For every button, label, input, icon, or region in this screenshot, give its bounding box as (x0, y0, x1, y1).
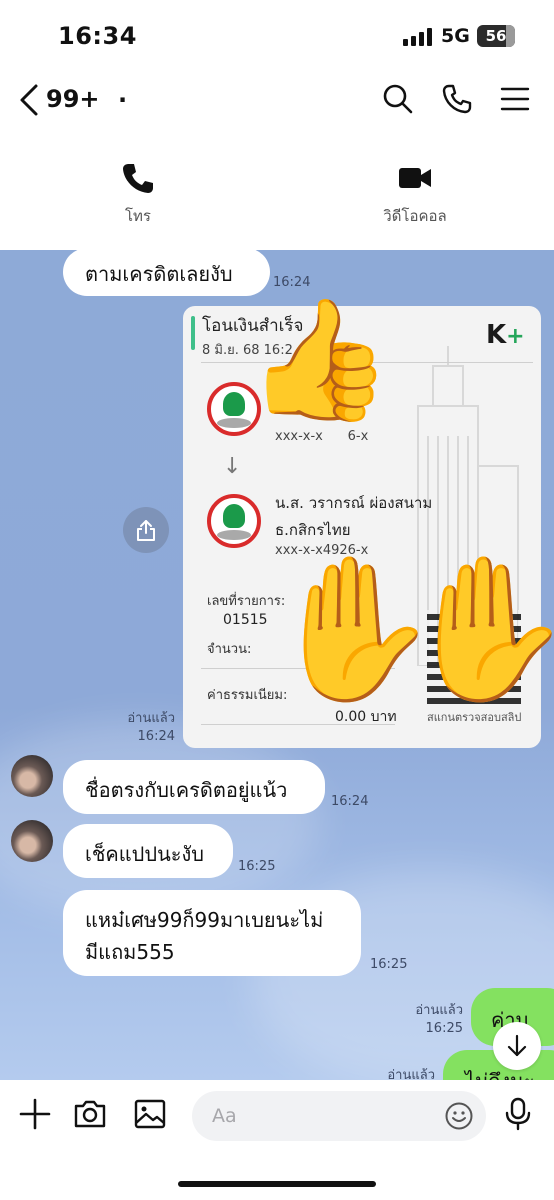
slip-divider (201, 724, 395, 725)
network-type: 5G (441, 25, 470, 47)
back-chevron-icon[interactable] (16, 82, 46, 118)
message-input[interactable] (212, 1103, 432, 1129)
avatar[interactable] (11, 820, 53, 862)
contact-name[interactable]: . (118, 80, 127, 108)
read-receipt: อ่านแล้ว (387, 1068, 435, 1080)
message-bubble[interactable]: แหม๋เศษ99ก็99มาเบยนะไม่ มีแถม555 (63, 890, 361, 976)
scroll-to-bottom-button[interactable] (493, 1022, 541, 1070)
plus-icon[interactable] (17, 1096, 53, 1132)
cellular-signal-icon (403, 28, 433, 46)
message-bubble[interactable]: ตามเครดิตเลยงับ (63, 250, 270, 296)
message-time: 16:25 (425, 1021, 463, 1036)
microphone-icon[interactable] (500, 1096, 536, 1132)
phone-filled-icon (123, 164, 153, 193)
message-text: ชื่อตรงกับเครดิตอยู่แน้ว (85, 778, 288, 802)
sender-account: xxx-x-x 6-x (275, 429, 368, 444)
chat-area[interactable]: ตามเครดิตเลยงับ 16:24 โอนเงินสำเร็จ 8 มิ… (0, 250, 554, 1080)
image-gallery-icon[interactable] (132, 1096, 168, 1132)
share-button[interactable] (123, 507, 169, 553)
status-time: 16:34 (58, 22, 137, 50)
phone-icon[interactable] (440, 82, 474, 116)
kbank-logo-icon (207, 494, 261, 548)
call-bar: โทร วิดีโอคอล (0, 150, 554, 250)
message-bubble[interactable]: เช็คแปปนะงับ (63, 824, 233, 878)
share-icon (137, 520, 155, 541)
status-bar: 16:34 5G 56 (0, 0, 554, 72)
read-receipt: อ่านแล้ว (127, 711, 175, 726)
kplus-logo-plus: + (506, 324, 525, 349)
kplus-logo: K+ (486, 320, 525, 350)
amount-label: จำนวน: (207, 642, 252, 657)
message-text-line2: มีแถม555 (85, 940, 175, 964)
battery-icon: 56 (477, 25, 515, 47)
video-call-label: วิดีโอคอล (383, 207, 447, 225)
message-time: 16:25 (370, 957, 408, 972)
slip-accent-bar (191, 316, 195, 350)
message-text-line1: แหม๋เศษ99ก็99มาเบยนะไม่ (85, 908, 324, 932)
menu-icon[interactable] (498, 82, 532, 116)
home-indicator[interactable] (178, 1181, 376, 1187)
message-bubble[interactable]: ชื่อตรงกับเครดิตอยู่แน้ว (63, 760, 325, 814)
search-icon[interactable] (381, 82, 415, 116)
thumbs-up-emoji: 👍 (246, 290, 393, 428)
camera-icon[interactable] (72, 1096, 108, 1132)
emoji-icon[interactable] (444, 1101, 474, 1131)
reference-value: 01515 (223, 612, 268, 628)
sender-account-start: xxx-x-x (275, 429, 323, 444)
transfer-arrow-icon: ↓ (223, 454, 242, 479)
unread-count[interactable]: 99+ (46, 85, 100, 113)
receiver-name: น.ส. วรากรณ์ ผ่องสนาม (275, 494, 433, 512)
message-time: 16:24 (331, 794, 369, 809)
chat-header: 99+ . (0, 72, 554, 130)
avatar[interactable] (11, 755, 53, 797)
message-text: ไม่ถึงนะ (465, 1069, 535, 1080)
message-field[interactable] (192, 1091, 486, 1141)
message-time: 16:24 (137, 729, 175, 744)
sender-account-end: 6-x (347, 429, 369, 444)
message-text: เช็คแปปนะงับ (85, 842, 204, 866)
voice-call-label: โทร (124, 207, 151, 225)
voice-call-button[interactable]: โทร (78, 162, 198, 228)
raised-hand-emoji: ✋ (400, 548, 554, 711)
message-text: ตามเครดิตเลยงับ (85, 262, 233, 286)
receiver-bank: ธ.กสิกรไทย (275, 521, 351, 539)
video-call-button[interactable]: วิดีโอคอล (355, 162, 475, 228)
arrow-down-icon (507, 1034, 527, 1057)
video-camera-icon (399, 168, 431, 188)
kplus-logo-letter: K (486, 320, 507, 350)
battery-level: 56 (485, 27, 507, 45)
read-receipt: อ่านแล้ว (415, 1003, 463, 1018)
message-time: 16:25 (238, 859, 276, 874)
message-input-bar (0, 1080, 554, 1200)
